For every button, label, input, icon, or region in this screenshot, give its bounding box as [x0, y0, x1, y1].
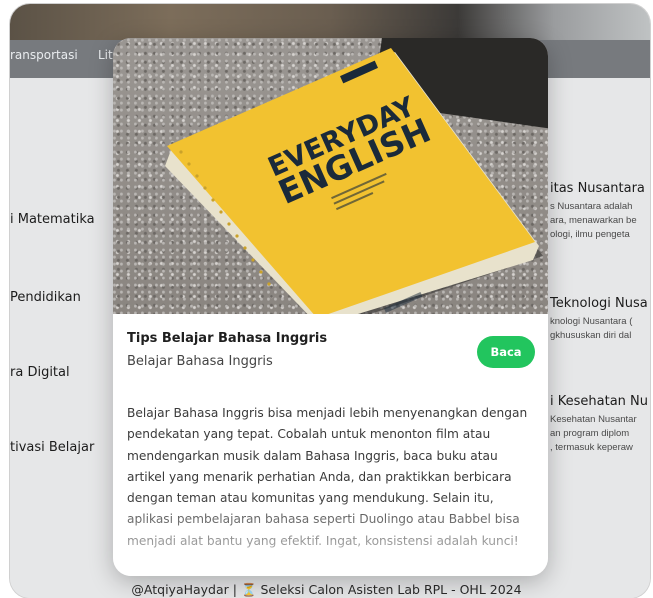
article-body: Tips Belajar Bahasa Inggris Belajar Baha…: [113, 314, 548, 576]
left-item-matematika[interactable]: i Matematika: [10, 212, 95, 227]
article-modal: EVERYDAY ENGLISH Tips Belajar Bahasa Ing…: [113, 38, 548, 576]
book-illustration: EVERYDAY ENGLISH: [165, 48, 543, 314]
page-footer: @AtqiyaHaydar | ⏳ Seleksi Calon Asisten …: [131, 582, 522, 597]
right-card-1[interactable]: itas Nusantara s Nusantara adalah ara, m…: [550, 181, 650, 242]
right-card-desc: Kesehatan Nusantar an program diplom , t…: [550, 414, 637, 453]
left-item-digital[interactable]: ra Digital: [10, 365, 70, 380]
right-card-2[interactable]: Teknologi Nusa knologi Nusantara ( gkhus…: [550, 296, 650, 343]
article-subtitle: Belajar Bahasa Inggris: [127, 354, 273, 369]
left-item-pendidikan[interactable]: Pendidikan: [10, 290, 81, 305]
right-card-desc: s Nusantara adalah ara, menawarkan be ol…: [550, 201, 637, 240]
right-card-3[interactable]: i Kesehatan Nu Kesehatan Nusantar an pro…: [550, 394, 650, 455]
left-item-motivasi[interactable]: tivasi Belajar: [10, 440, 94, 455]
right-card-title: Teknologi Nusa: [550, 296, 648, 311]
right-card-title: i Kesehatan Nu: [550, 394, 648, 409]
nav-item-transportasi[interactable]: ransportasi: [10, 48, 78, 62]
article-image: EVERYDAY ENGLISH: [113, 38, 548, 314]
read-button[interactable]: Baca: [477, 336, 535, 368]
nav-item-lit[interactable]: Lit: [98, 48, 113, 62]
right-card-desc: knologi Nusantara ( gkhususkan diri dal: [550, 316, 633, 341]
hero-banner-image: [10, 4, 650, 40]
right-card-title: itas Nusantara: [550, 181, 645, 196]
article-title: Tips Belajar Bahasa Inggris: [127, 331, 328, 346]
